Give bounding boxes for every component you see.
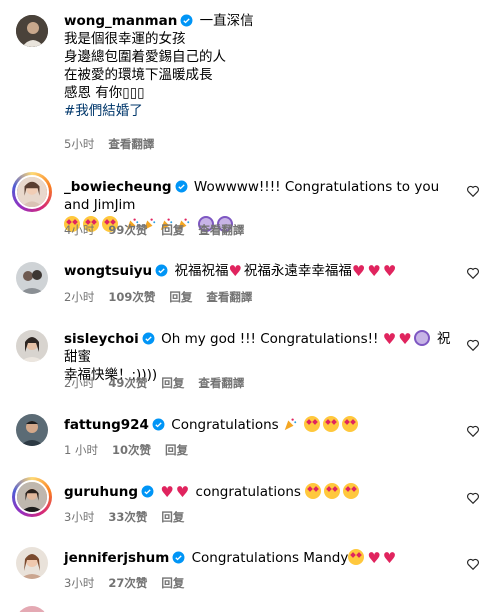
red-heart-emoji-icon: ♥ <box>367 262 381 280</box>
caption-meta: 5小时 查看翻譯 <box>64 136 168 152</box>
red-heart-emoji-icon: ♥ <box>367 549 381 567</box>
heart-eyes-emoji-icon <box>342 416 359 432</box>
smiling-hearts-emoji-icon <box>348 549 365 565</box>
avatar[interactable] <box>16 262 48 294</box>
heart-eyes-emoji-icon <box>343 483 360 499</box>
heart-eyes-emoji-icon <box>304 416 321 432</box>
avatar[interactable] <box>16 15 48 47</box>
comment-username[interactable]: fattung924 <box>64 417 149 433</box>
reply-button[interactable]: 回复 <box>161 223 184 237</box>
verified-icon <box>175 180 188 193</box>
likes-count[interactable]: 10次赞 <box>112 443 151 457</box>
red-heart-emoji-icon: ♥ <box>228 262 242 280</box>
timestamp[interactable]: 3小时 <box>64 576 94 590</box>
verified-icon <box>155 264 168 277</box>
comment-meta: 4小时 99次赞 回复 查看翻譯 <box>64 222 258 238</box>
comment-text: 祝福永遠幸幸福福 <box>243 263 352 279</box>
reply-button[interactable]: 回复 <box>161 376 184 390</box>
timestamp[interactable]: 5小时 <box>64 137 94 151</box>
comment-text: Congratulations <box>171 417 279 433</box>
timestamp[interactable]: 3小时 <box>64 510 94 524</box>
comment-username[interactable]: jenniferjshum <box>64 550 169 566</box>
verified-icon <box>180 14 193 27</box>
likes-count[interactable]: 49次赞 <box>108 376 147 390</box>
reply-button[interactable]: 回复 <box>169 290 192 304</box>
caption-line: 身邊總包圍着愛錫自己的人 <box>64 49 226 65</box>
timestamp[interactable]: 2小时 <box>64 290 94 304</box>
avatar[interactable] <box>12 477 52 517</box>
avatar[interactable] <box>16 414 48 446</box>
likes-count[interactable]: 99次赞 <box>108 223 147 237</box>
avatar[interactable] <box>12 172 52 212</box>
comment-text: Oh my god !!! Congratulations!! <box>161 331 379 347</box>
like-heart-icon[interactable] <box>466 184 480 198</box>
comment-username[interactable]: guruhung <box>64 484 138 500</box>
reply-button[interactable]: 回复 <box>165 443 188 457</box>
timestamp[interactable]: 4小时 <box>64 223 94 237</box>
caption-line: 感恩 有你▯▯▯ <box>64 85 145 101</box>
likes-count[interactable]: 27次赞 <box>108 576 147 590</box>
like-heart-icon[interactable] <box>466 491 480 505</box>
timestamp[interactable]: 2小时 <box>64 376 94 390</box>
like-heart-icon[interactable] <box>466 338 480 352</box>
timestamp[interactable]: 1 小时 <box>64 443 98 457</box>
caption-line: 我是個很幸運的女孩 <box>64 31 186 47</box>
comment-text: 祝福祝福 <box>174 263 229 279</box>
verified-icon <box>152 418 165 431</box>
comment-meta: 1 小时 10次赞 回复 <box>64 442 202 458</box>
likes-count[interactable]: 33次赞 <box>108 510 147 524</box>
hashtag-link[interactable]: #我們結婚了 <box>64 102 452 120</box>
comment-username[interactable]: _bowiecheung <box>64 179 172 195</box>
red-heart-emoji-icon: ♥ <box>398 330 412 348</box>
verified-icon <box>172 551 185 564</box>
red-heart-emoji-icon: ♥ <box>382 330 397 348</box>
heart-eyes-emoji-icon <box>323 416 340 432</box>
heart-eyes-emoji-icon <box>305 483 322 499</box>
red-heart-emoji-icon: ♥ <box>351 262 366 280</box>
reply-button[interactable]: 回复 <box>161 510 184 524</box>
party-popper-icon <box>284 418 297 431</box>
comment-username[interactable]: wongtsuiyu <box>64 263 152 279</box>
person-veil-emoji-icon <box>413 330 430 346</box>
comment-meta: 2小时 109次赞 回复 查看翻譯 <box>64 289 266 305</box>
red-heart-emoji-icon: ♥ <box>382 549 397 567</box>
red-heart-emoji-icon: ♥ <box>175 483 190 501</box>
caption-line: 在被愛的環境下溫暖成長 <box>64 67 213 83</box>
translate-link[interactable]: 查看翻譯 <box>198 223 244 237</box>
translate-link[interactable]: 查看翻譯 <box>108 137 154 151</box>
translate-link[interactable]: 查看翻譯 <box>206 290 252 304</box>
comment-username[interactable]: sisleychoi <box>64 331 139 347</box>
like-heart-icon[interactable] <box>466 266 480 280</box>
translate-link[interactable]: 查看翻譯 <box>198 376 244 390</box>
like-heart-icon[interactable] <box>466 424 480 438</box>
like-heart-icon[interactable] <box>466 557 480 571</box>
caption-username[interactable]: wong_manman <box>64 13 177 29</box>
likes-count[interactable]: 109次赞 <box>108 290 155 304</box>
avatar[interactable] <box>16 547 48 579</box>
comment-meta: 3小时 27次赞 回复 <box>64 575 198 591</box>
caption-first-line: 一直深信 <box>199 13 254 29</box>
verified-icon <box>142 332 155 345</box>
avatar[interactable] <box>16 330 48 362</box>
verified-icon <box>141 485 154 498</box>
comment-text: congratulations <box>195 484 301 500</box>
comment-text: Congratulations Mandy <box>191 550 349 566</box>
red-heart-emoji-icon: ♥ <box>160 483 174 501</box>
comment-meta: 2小时 49次赞 回复 查看翻譯 <box>64 375 258 391</box>
avatar[interactable] <box>16 606 48 612</box>
comment-meta: 3小时 33次赞 回复 <box>64 509 198 525</box>
reply-button[interactable]: 回复 <box>161 576 184 590</box>
red-heart-emoji-icon: ♥ <box>382 262 397 280</box>
heart-eyes-emoji-icon <box>324 483 341 499</box>
